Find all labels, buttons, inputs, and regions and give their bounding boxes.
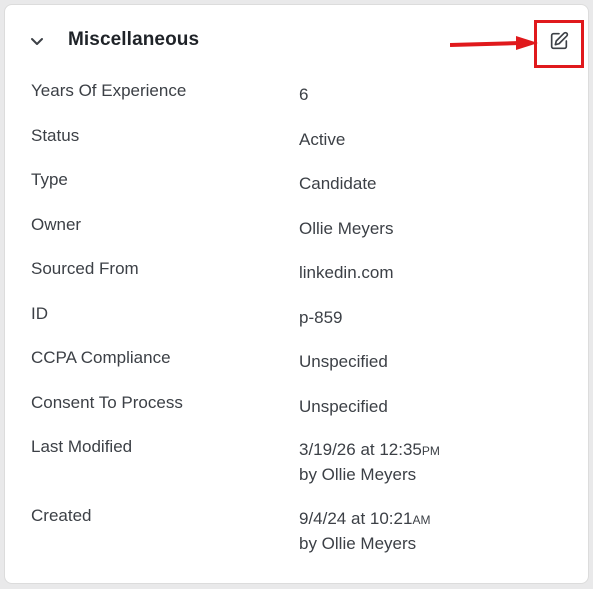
- edit-button[interactable]: [544, 28, 574, 58]
- section-title: Miscellaneous: [68, 29, 200, 50]
- last-modified-datetime: 3/19/26 at 12:35: [299, 440, 422, 459]
- field-label: Consent To Process: [31, 393, 183, 412]
- field-label: Sourced From: [31, 259, 139, 278]
- field-value: Unspecified: [299, 352, 388, 371]
- field-label: Status: [31, 126, 80, 145]
- field-value: Active: [299, 130, 346, 149]
- created-datetime: 9/4/24 at 10:21: [299, 509, 413, 528]
- created-meridiem: AM: [412, 513, 431, 527]
- field-label: Type: [31, 170, 68, 189]
- field-value: 9/4/24 at 10:21AM by Ollie Meyers: [299, 507, 430, 556]
- chevron-down-icon[interactable]: [27, 32, 47, 52]
- created-by: by Ollie Meyers: [299, 534, 417, 553]
- field-value: p-859: [299, 308, 343, 327]
- field-value: Candidate: [299, 174, 377, 193]
- field-label: CCPA Compliance: [31, 348, 171, 367]
- field-label: Years Of Experience: [31, 81, 187, 100]
- field-label: Created: [31, 506, 92, 525]
- edit-pencil-square-icon: [548, 30, 570, 57]
- field-value: 3/19/26 at 12:35PM by Ollie Meyers: [299, 438, 440, 487]
- field-value: Ollie Meyers: [299, 219, 394, 238]
- last-modified-by: by Ollie Meyers: [299, 465, 417, 484]
- field-label: Owner: [31, 215, 82, 234]
- field-label: ID: [31, 304, 48, 323]
- miscellaneous-card: Miscellaneous Years Of Experience 6 Stat…: [4, 4, 589, 584]
- field-value: 6: [299, 85, 309, 104]
- field-label: Last Modified: [31, 437, 133, 456]
- last-modified-meridiem: PM: [421, 444, 440, 458]
- section-header: Miscellaneous: [5, 5, 588, 75]
- arrow-right-icon: [449, 35, 540, 55]
- field-value: Unspecified: [299, 397, 388, 416]
- field-value: linkedin.com: [299, 263, 394, 282]
